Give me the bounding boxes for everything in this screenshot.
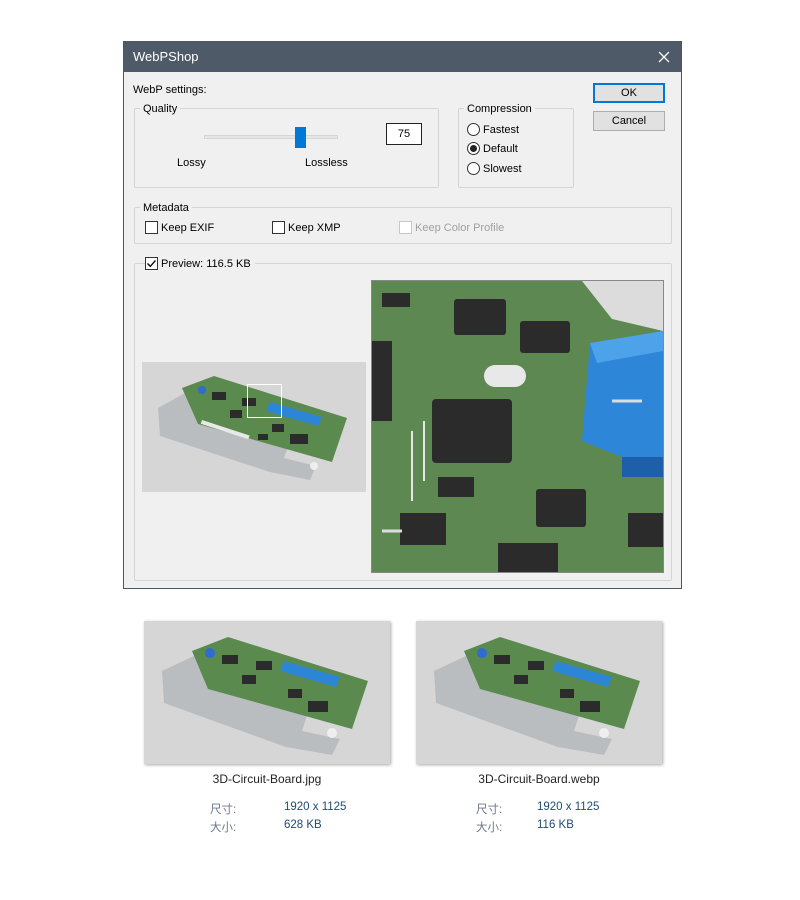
keep-color-profile-label: Keep Color Profile	[415, 221, 505, 234]
radio-circle	[467, 162, 480, 175]
size-key-webp: 大小:	[476, 822, 503, 834]
ok-button-label: OK	[621, 87, 637, 99]
thumbnail-jpg[interactable]	[144, 621, 390, 764]
thumbnail-webp[interactable]	[416, 621, 662, 764]
quality-slider-thumb[interactable]	[295, 127, 306, 148]
dialog-title: WebPShop	[133, 49, 199, 64]
webpshop-dialog: WebPShop WebP settings: Quality Lossy Lo…	[123, 41, 682, 589]
circuit-board-overview	[158, 376, 347, 480]
preview-viewport-rectangle[interactable]	[247, 384, 282, 418]
circuit-board-zoom	[372, 281, 663, 572]
dimensions-value-jpg: 1920 x 1125	[284, 801, 347, 813]
radio-slowest-label: Slowest	[483, 162, 522, 175]
quality-legend: Quality	[140, 103, 181, 115]
radio-circle-selected	[467, 142, 480, 155]
keep-xmp-label: Keep XMP	[288, 221, 341, 234]
dimensions-key-jpg: 尺寸:	[210, 804, 237, 816]
dimensions-value-webp: 1920 x 1125	[537, 801, 600, 813]
title-bar: WebPShop	[124, 42, 681, 72]
check-icon	[147, 260, 157, 268]
checkbox-box	[399, 221, 412, 234]
circuit-board-thumbnail	[434, 637, 640, 755]
radio-fastest[interactable]: Fastest	[467, 123, 519, 136]
keep-color-profile-checkbox: Keep Color Profile	[399, 221, 504, 234]
keep-exif-label: Keep EXIF	[161, 221, 215, 234]
quality-value: 75	[397, 128, 411, 140]
metadata-group: Metadata Keep EXIF Keep XMP Keep Color P…	[134, 202, 672, 244]
compression-legend: Compression	[464, 103, 535, 115]
preview-checkbox[interactable]: Preview: 116.5 KB	[145, 257, 255, 270]
size-value-webp: 116 KB	[537, 819, 574, 831]
size-value-jpg: 628 KB	[284, 819, 322, 831]
cancel-button[interactable]: Cancel	[593, 111, 665, 131]
lossless-label: Lossless	[305, 157, 348, 169]
radio-default[interactable]: Default	[467, 142, 518, 155]
checkbox-box	[145, 221, 158, 234]
quality-value-field[interactable]: 75	[386, 123, 422, 145]
radio-slowest[interactable]: Slowest	[467, 162, 522, 175]
keep-xmp-checkbox[interactable]: Keep XMP	[272, 221, 341, 234]
ok-button[interactable]: OK	[593, 83, 665, 103]
checkbox-box-checked	[145, 257, 158, 270]
size-key-jpg: 大小:	[210, 822, 237, 834]
radio-default-label: Default	[483, 142, 518, 155]
circuit-board-thumbnail	[162, 637, 368, 755]
dimensions-key-webp: 尺寸:	[476, 804, 503, 816]
cancel-button-label: Cancel	[611, 115, 647, 127]
quality-slider-track[interactable]	[204, 135, 338, 139]
preview-label: Preview: 116.5 KB	[161, 257, 251, 270]
close-icon[interactable]	[647, 42, 681, 72]
radio-circle	[467, 123, 480, 136]
file-name-webp: 3D-Circuit-Board.webp	[478, 772, 600, 786]
file-name-jpg: 3D-Circuit-Board.jpg	[212, 772, 322, 786]
keep-exif-checkbox[interactable]: Keep EXIF	[145, 221, 214, 234]
metadata-legend: Metadata	[140, 202, 192, 214]
radio-fastest-label: Fastest	[483, 123, 520, 136]
compression-group: Compression Fastest Default Slowest	[458, 103, 574, 188]
quality-group: Quality Lossy Lossless 75	[134, 103, 439, 188]
preview-zoom-image[interactable]	[371, 280, 664, 573]
settings-label: WebP settings:	[133, 84, 207, 96]
checkbox-box	[272, 221, 285, 234]
lossy-label: Lossy	[177, 157, 206, 169]
preview-overview-image[interactable]	[142, 362, 366, 492]
